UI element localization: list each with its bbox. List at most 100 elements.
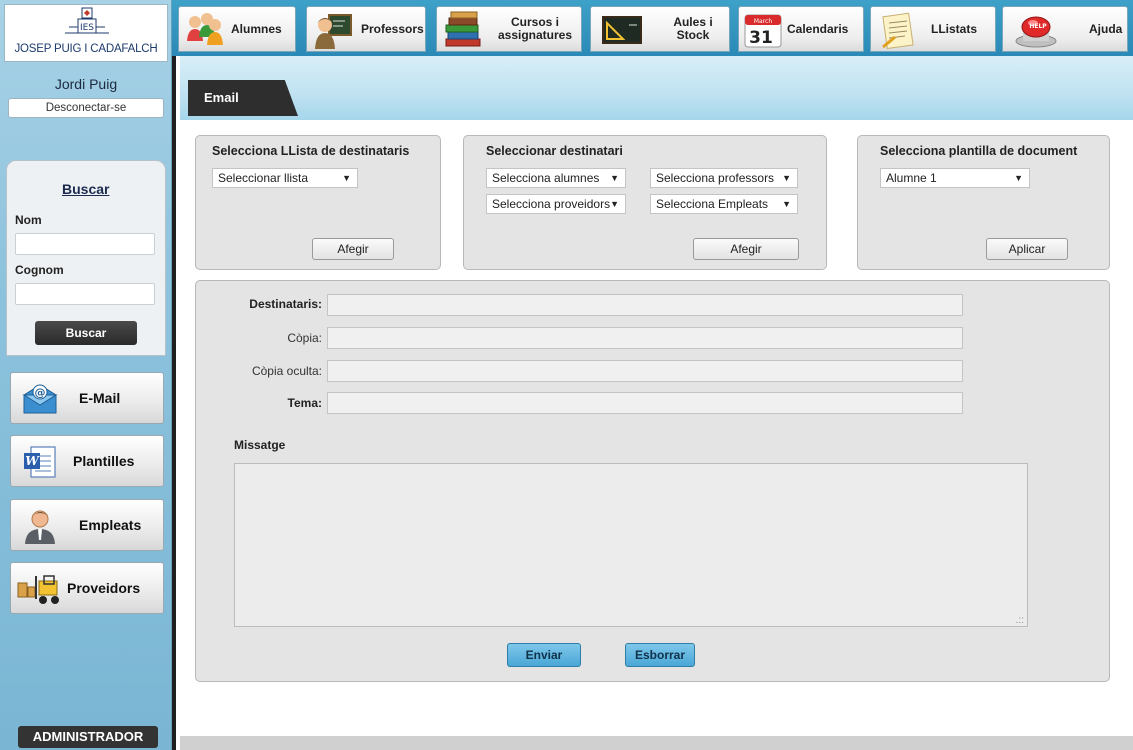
school-logo: IES JOSEP PUIG I CADAFALCH — [4, 4, 168, 62]
select-teachers[interactable]: Selecciona professors ▼ — [650, 168, 798, 188]
content-area: Email Selecciona LLista de destinataris … — [172, 56, 1133, 750]
resize-grip-icon[interactable]: .:: — [1016, 615, 1024, 626]
add-list-button[interactable]: Afegir — [312, 238, 394, 260]
logout-button[interactable]: Desconectar-se — [8, 98, 164, 118]
nav-email-button[interactable]: @ E-Mail — [10, 372, 164, 424]
template-select-value: Alumne 1 — [886, 171, 937, 185]
employee-icon — [25, 510, 55, 544]
recipient-list-title: Selecciona LLista de destinataris — [212, 144, 410, 158]
svg-text:@: @ — [35, 386, 46, 399]
toolbar-students-button[interactable]: Alumnes — [178, 6, 296, 52]
tab-bar: Email — [180, 56, 1133, 120]
select-employees[interactable]: Selecciona Empleats ▼ — [650, 194, 798, 214]
toolbar-help-button[interactable]: HELP Ajuda — [1002, 6, 1128, 52]
toolbar-help-label: Ajuda — [1089, 22, 1123, 36]
subject-input[interactable] — [327, 392, 963, 414]
chevron-down-icon: ▼ — [782, 199, 791, 209]
toolbar-courses-button[interactable]: Cursos i assignatures — [436, 6, 582, 52]
nav-templates-button[interactable]: W Plantilles — [10, 435, 164, 487]
message-label: Missatge — [234, 438, 286, 452]
nav-email-label: E-Mail — [79, 390, 121, 406]
subject-label: Tema: — [287, 396, 322, 410]
recipient-list-select[interactable]: Seleccionar llista ▼ — [212, 168, 358, 188]
toolbar-teachers-button[interactable]: Professors — [306, 6, 426, 52]
nav-employees-label: Empleats — [79, 517, 142, 533]
clear-button[interactable]: Esborrar — [625, 643, 695, 667]
toolbar-classrooms-label-line2: Stock — [676, 28, 710, 42]
recipient-list-panel: Selecciona LLista de destinataris Selecc… — [195, 135, 441, 270]
search-panel: Buscar Nom Cognom Buscar — [6, 160, 166, 356]
toolbar-courses-label: Cursos i assignatures — [495, 16, 575, 42]
add-recipient-button[interactable]: Afegir — [693, 238, 799, 260]
word-document-icon: W — [24, 446, 56, 478]
to-input[interactable] — [327, 294, 963, 316]
nav-suppliers-label: Proveidors — [67, 580, 141, 596]
toolbar-classrooms-button[interactable]: Aules i Stock — [590, 6, 730, 52]
svg-text:W: W — [25, 454, 40, 468]
tab-email[interactable]: Email — [188, 80, 298, 116]
bottom-strip — [180, 736, 1133, 750]
surname-input[interactable] — [15, 283, 155, 305]
select-suppliers[interactable]: Selecciona proveidors ▼ — [486, 194, 626, 214]
chevron-down-icon: ▼ — [1014, 173, 1023, 183]
chevron-down-icon: ▼ — [610, 173, 619, 183]
select-suppliers-value: Selecciona proveidors — [492, 197, 611, 211]
nav-suppliers-button[interactable]: Proveidors — [10, 562, 164, 614]
nav-templates-label: Plantilles — [73, 453, 135, 469]
template-panel: Selecciona plantilla de document Alumne … — [857, 135, 1110, 270]
cc-input[interactable] — [327, 327, 963, 349]
list-icon — [882, 12, 914, 49]
template-title: Selecciona plantilla de document — [880, 144, 1078, 158]
select-employees-value: Selecciona Empleats — [656, 197, 769, 211]
toolbar-calendars-label: Calendaris — [787, 22, 849, 36]
recipient-panel: Seleccionar destinatari Selecciona alumn… — [463, 135, 827, 270]
toolbar-teachers-label: Professors — [361, 22, 424, 36]
name-label: Nom — [15, 213, 42, 227]
forklift-icon — [17, 575, 59, 604]
apply-template-button[interactable]: Aplicar — [986, 238, 1068, 260]
logo-mark-text: IES — [80, 23, 94, 33]
toolbar-lists-button[interactable]: LListats — [870, 6, 996, 52]
calendar-month: March — [754, 18, 772, 25]
select-students[interactable]: Selecciona alumnes ▼ — [486, 168, 626, 188]
school-name: JOSEP PUIG I CADAFALCH — [14, 43, 158, 55]
blackboard-icon — [602, 16, 642, 44]
chevron-down-icon: ▼ — [342, 173, 351, 183]
select-teachers-value: Selecciona professors — [656, 171, 775, 185]
send-button[interactable]: Enviar — [507, 643, 581, 667]
books-icon — [445, 11, 481, 47]
school-emblem-icon: IES — [65, 7, 109, 34]
toolbar-classrooms-label: Aules i Stock — [665, 16, 721, 42]
surname-label: Cognom — [15, 263, 64, 277]
chevron-down-icon: ▼ — [782, 173, 791, 183]
name-input[interactable] — [15, 233, 155, 255]
teacher-icon — [315, 14, 352, 49]
toolbar-calendars-button[interactable]: March 31 Calendaris — [738, 6, 864, 52]
to-label: Destinataris: — [249, 297, 322, 311]
recipient-list-select-value: Seleccionar llista — [218, 171, 309, 185]
toolbar-courses-label-line2: assignatures — [497, 28, 573, 42]
search-title: Buscar — [62, 181, 110, 197]
template-select[interactable]: Alumne 1 ▼ — [880, 168, 1030, 188]
nav-employees-button[interactable]: Empleats — [10, 499, 164, 551]
compose-panel: Destinataris: Còpia: Còpia oculta: Tema:… — [195, 280, 1110, 682]
toolbar-students-label: Alumnes — [231, 22, 282, 36]
main-toolbar: Alumnes Professors Cursos i assignatures — [172, 0, 1133, 56]
email-workspace: Selecciona LLista de destinataris Selecc… — [180, 120, 1133, 750]
help-icon: HELP — [1015, 16, 1057, 48]
search-button[interactable]: Buscar — [35, 321, 137, 345]
bcc-input[interactable] — [327, 360, 963, 382]
recipient-title: Seleccionar destinatari — [486, 144, 623, 158]
user-name: Jordi Puig — [54, 76, 118, 92]
cc-label: Còpia: — [287, 331, 322, 345]
role-badge: ADMINISTRADOR — [18, 726, 158, 748]
message-textarea[interactable]: .:: — [234, 463, 1028, 627]
toolbar-lists-label: LListats — [931, 22, 978, 36]
chevron-down-icon: ▼ — [610, 199, 619, 209]
calendar-day: 31 — [749, 28, 773, 48]
select-students-value: Selecciona alumnes — [492, 171, 600, 185]
calendar-icon: March 31 — [744, 14, 782, 48]
help-icon-text: HELP — [1029, 23, 1047, 30]
sidebar: IES JOSEP PUIG I CADAFALCH Jordi Puig De… — [0, 0, 172, 750]
students-icon — [187, 13, 223, 45]
